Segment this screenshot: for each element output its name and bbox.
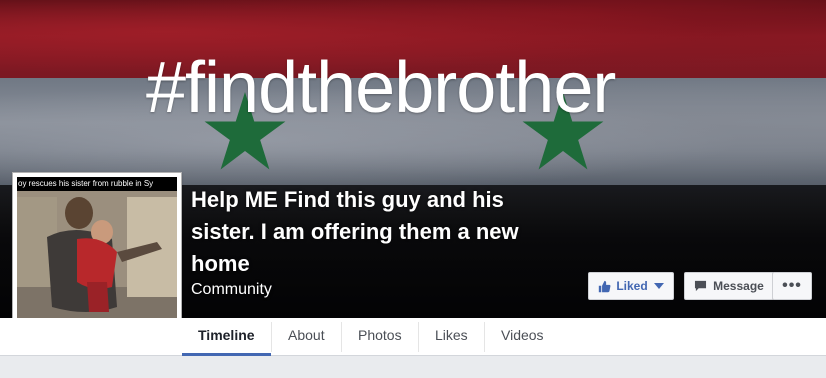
profile-picture[interactable]: oy rescues his sister from rubble in Sy xyxy=(12,172,182,342)
page-title[interactable]: Help ME Find this guy and his sister. I … xyxy=(191,184,571,280)
tab-videos-label: Videos xyxy=(501,327,544,343)
tab-photos-label: Photos xyxy=(358,327,402,343)
profile-photo: oy rescues his sister from rubble in Sy xyxy=(17,177,177,337)
profile-caption: oy rescues his sister from rubble in Sy xyxy=(17,177,177,191)
page-tab-bar: Timeline About Photos Likes Videos xyxy=(0,318,826,356)
tab-timeline-label: Timeline xyxy=(198,327,255,343)
more-options-button[interactable]: ••• xyxy=(772,272,812,300)
liked-button[interactable]: Liked xyxy=(588,272,674,300)
tab-photos[interactable]: Photos xyxy=(341,322,418,352)
page-category[interactable]: Community xyxy=(191,280,272,300)
tab-likes-label: Likes xyxy=(435,327,468,343)
message-label: Message xyxy=(713,279,764,293)
tab-likes[interactable]: Likes xyxy=(418,322,484,352)
liked-label: Liked xyxy=(616,279,648,293)
cover-hashtag: #findthebrother xyxy=(146,48,616,128)
tab-timeline[interactable]: Timeline xyxy=(182,318,271,356)
chevron-down-icon xyxy=(653,283,664,289)
message-button[interactable]: Message xyxy=(684,272,774,300)
tab-about-label: About xyxy=(288,327,325,343)
photo-man-carrying-child-icon xyxy=(17,177,177,337)
tab-videos[interactable]: Videos xyxy=(484,322,560,352)
thumbs-up-icon xyxy=(599,280,611,292)
page-background xyxy=(0,356,826,378)
tab-about[interactable]: About xyxy=(271,322,341,352)
speech-bubble-icon xyxy=(695,280,707,292)
